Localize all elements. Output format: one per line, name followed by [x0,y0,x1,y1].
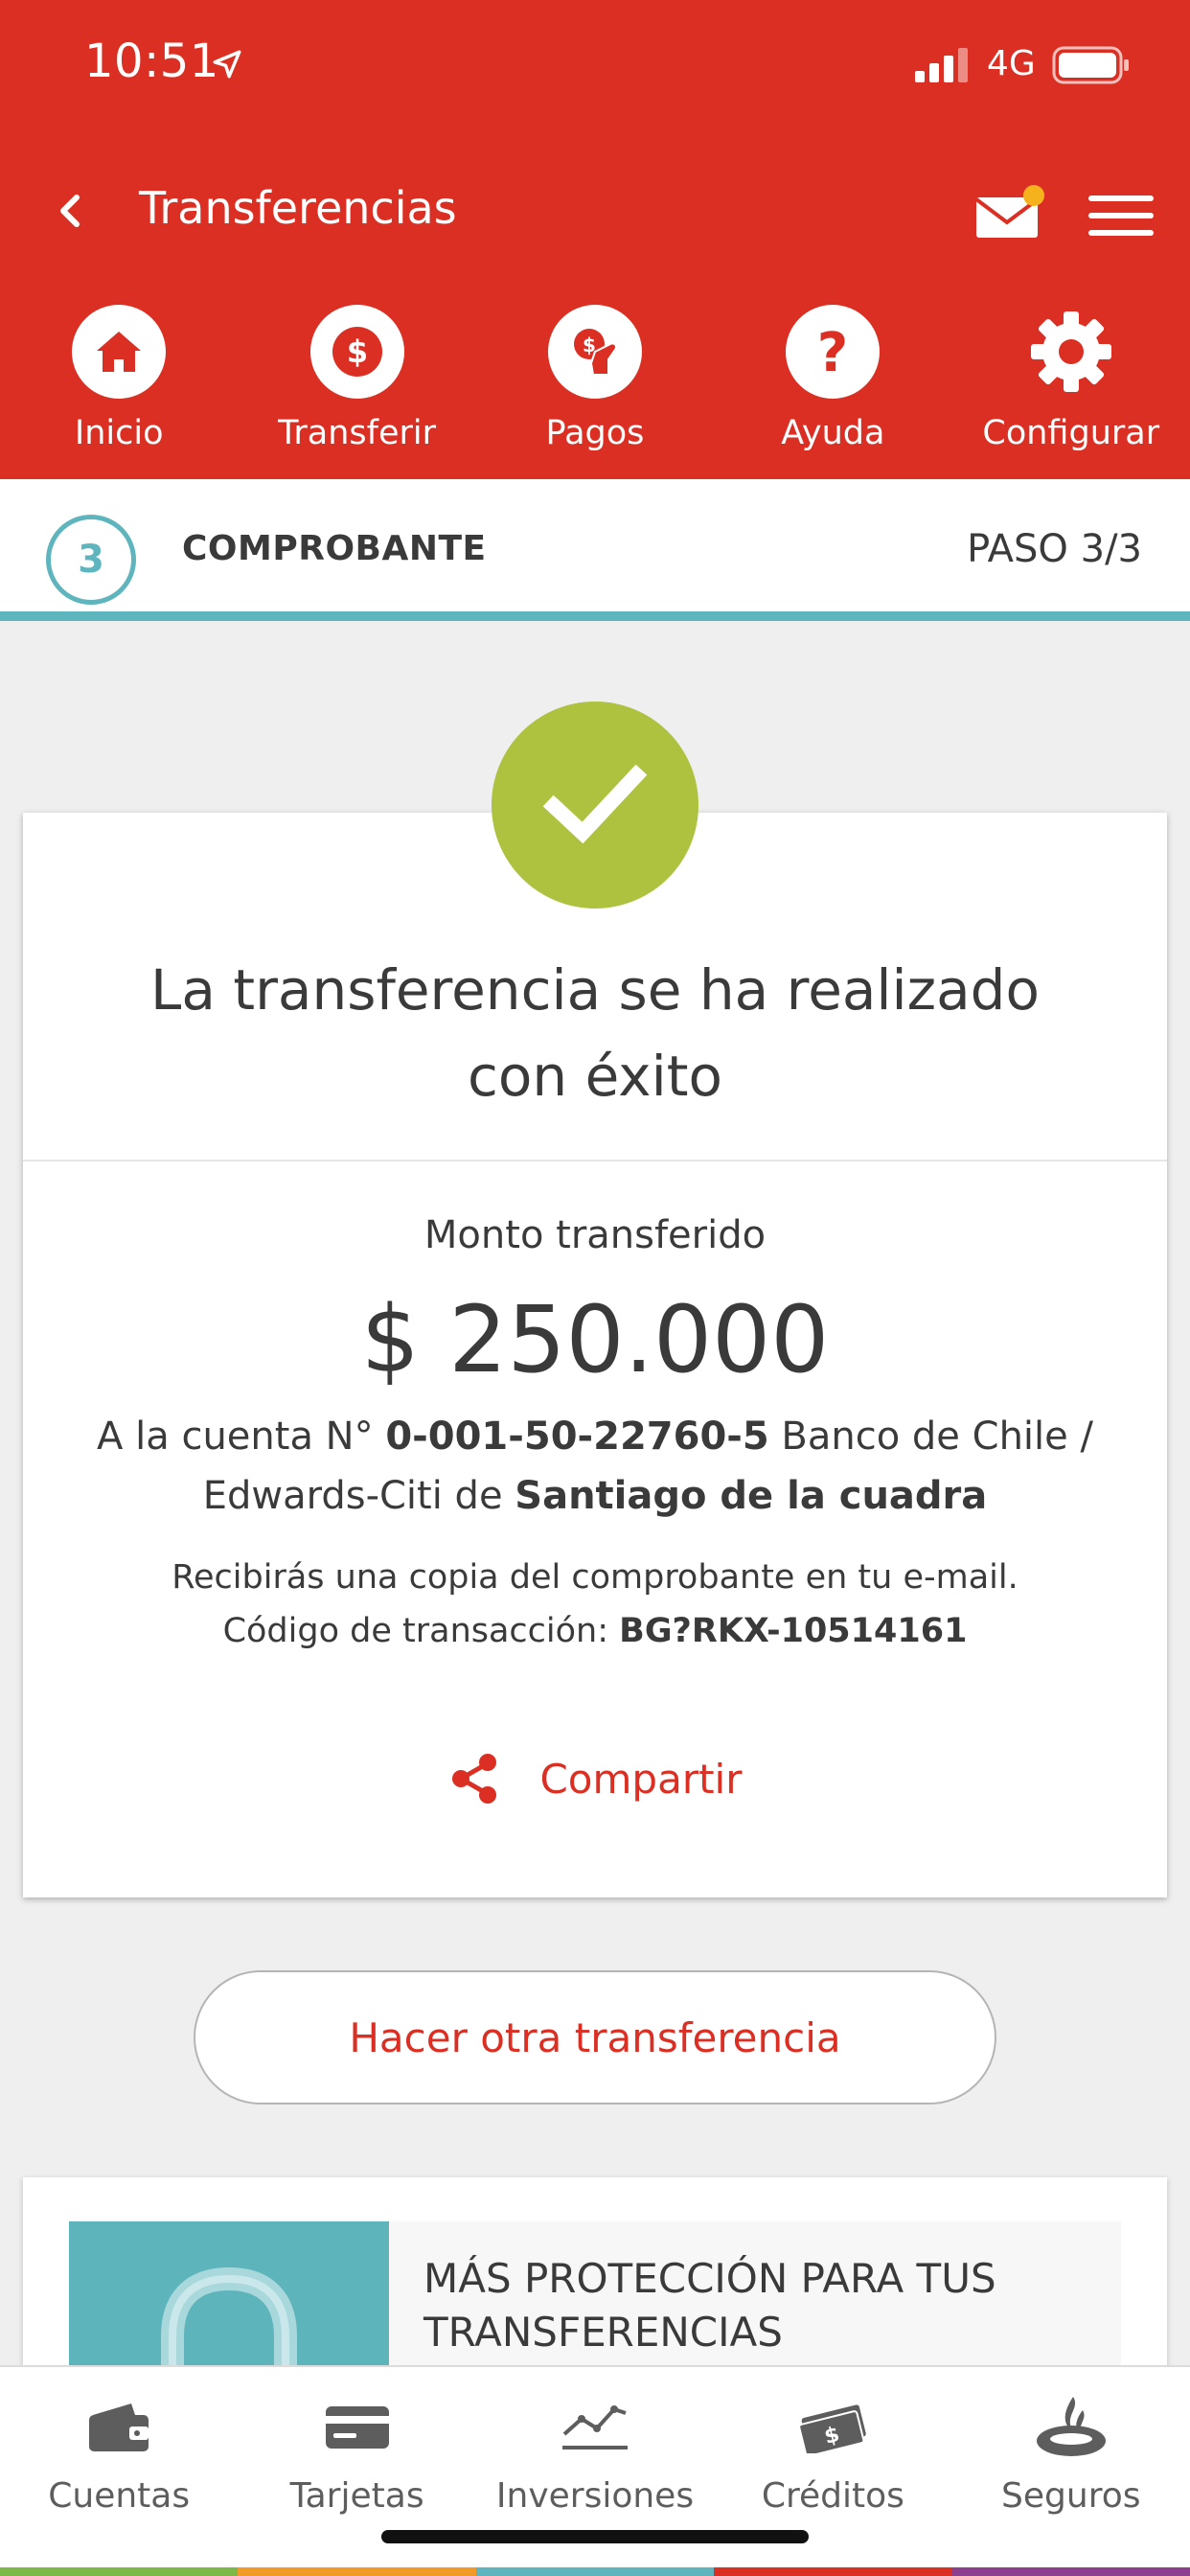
tab-creditos[interactable]: $ Créditos [714,2396,951,2516]
recipient-name: Santiago de la cuadra [515,1474,988,1518]
shortcut-configurar[interactable]: Configurar [952,305,1190,458]
shortcut-pagos[interactable]: $ Pagos [476,305,714,458]
status-bar: 10:51 4G [0,0,1190,129]
transaction-code: BG?RKX-10514161 [619,1612,968,1650]
payments-hand-icon: $ [547,305,642,399]
tab-tarjetas[interactable]: Tarjetas [238,2396,475,2516]
tab-label: Tarjetas [289,2476,424,2516]
color-strip [0,2567,1190,2576]
transaction-code-line: Código de transacción: BG?RKX-10514161 [23,1604,1167,1658]
app-header: 10:51 4G Transferencias Inicio $ Transfe… [0,0,1190,479]
step-title: COMPROBANTE [182,529,487,568]
money-icon: $ [796,2396,869,2457]
shortcut-label: Configurar [982,414,1160,452]
receipt-note: Recibirás una copia del comprobante en t… [23,1551,1167,1658]
shortcut-bar: Inicio $ Transferir $ Pagos ? Ayuda Conf… [0,305,1190,458]
page-title: Transferencias [139,182,457,234]
status-time: 10:51 [84,34,219,88]
tab-inversiones[interactable]: Inversiones [476,2396,714,2516]
account-number: 0-001-50-22760-5 [385,1414,769,1459]
step-indicator: 3 COMPROBANTE PASO 3/3 [0,479,1190,621]
tab-label: Cuentas [48,2476,191,2516]
share-icon [452,1754,497,1804]
flame-logo-icon [1035,2396,1108,2457]
home-indicator [381,2530,809,2543]
battery-icon [1052,46,1129,84]
receipt-card: La transferencia se ha realizado con éxi… [23,813,1167,1898]
shortcut-inicio[interactable]: Inicio [0,305,238,458]
account-prefix: A la cuenta N° [97,1414,386,1459]
signal-icon [915,48,968,82]
svg-text:$: $ [346,334,367,370]
location-arrow-icon [213,50,241,79]
tab-seguros[interactable]: Seguros [952,2396,1190,2516]
transaction-code-label: Código de transacción: [222,1612,620,1650]
tab-label: Créditos [761,2476,904,2516]
mail-icon[interactable] [973,184,1059,242]
tab-label: Inversiones [495,2476,695,2516]
chart-line-icon [559,2396,631,2457]
amount-label: Monto transferido [423,1213,767,1257]
share-label: Compartir [539,1755,743,1803]
network-type: 4G [987,44,1036,83]
promo-title: MÁS PROTECCIÓN PARA TUS TRANSFERENCIAS [423,2255,996,2356]
destination-account: A la cuenta N° 0-001-50-22760-5 Banco de… [23,1407,1167,1526]
dollar-icon: $ [309,305,404,399]
bottom-tab-bar: Cuentas Tarjetas Inversiones $ Créditos … [0,2365,1190,2576]
home-icon [72,305,167,399]
shortcut-label: Pagos [545,414,645,452]
question-icon: ? [786,305,881,399]
new-transfer-button[interactable]: Hacer otra transferencia [194,1970,996,2104]
nav-row: Transferencias [0,172,1190,249]
hamburger-menu-icon[interactable] [1087,192,1156,240]
step-counter: PASO 3/3 [967,527,1142,571]
back-button[interactable] [48,184,94,238]
share-button[interactable]: Compartir [23,1752,1167,1806]
svg-text:?: ? [817,323,848,380]
shortcut-label: Inicio [74,414,164,452]
shortcut-transferir[interactable]: $ Transferir [238,305,475,458]
shortcut-label: Ayuda [781,414,885,452]
gear-icon [1024,305,1118,399]
email-copy-note: Recibirás una copia del comprobante en t… [172,1558,1018,1597]
tab-cuentas[interactable]: Cuentas [0,2396,238,2516]
card-icon [321,2396,394,2457]
success-check-icon [492,702,698,908]
step-number: 3 [46,515,136,605]
amount-value: $ 250.000 [360,1286,830,1393]
divider [23,1160,1167,1162]
shortcut-ayuda[interactable]: ? Ayuda [714,305,951,458]
success-message: La transferencia se ha realizado con éxi… [150,957,1040,1109]
shortcut-label: Transferir [278,414,437,452]
tab-label: Seguros [1001,2476,1141,2516]
wallet-icon [82,2396,155,2457]
